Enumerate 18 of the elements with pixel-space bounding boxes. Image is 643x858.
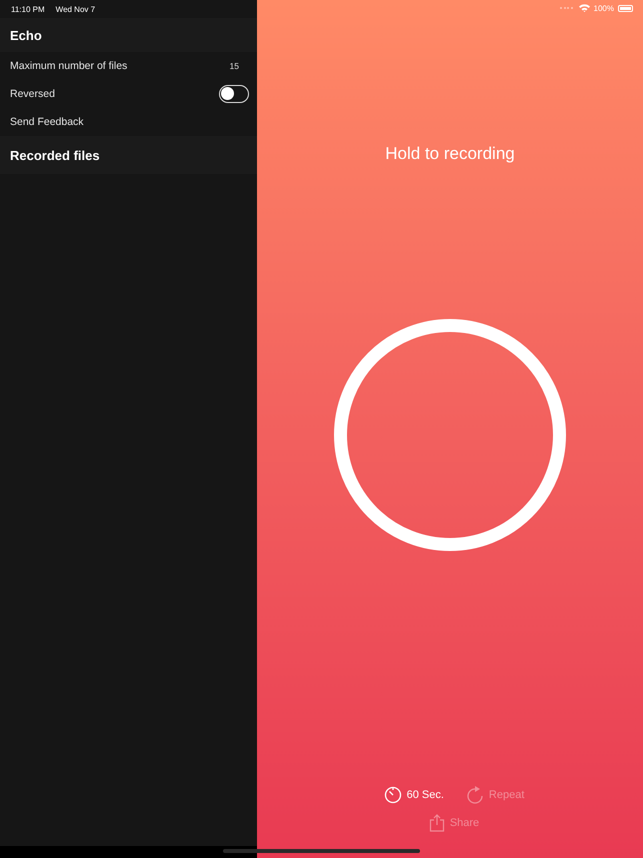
- setting-label[interactable]: Send Feedback: [10, 116, 84, 128]
- status-date: Wed Nov 7: [56, 4, 96, 14]
- timer-button[interactable]: 60 Sec.: [384, 786, 444, 804]
- toggle-switch[interactable]: [219, 85, 249, 103]
- battery-icon: [618, 4, 633, 12]
- record-prompt: Hold to recording: [384, 144, 516, 164]
- share-icon: [428, 814, 445, 832]
- record-button[interactable]: [334, 319, 566, 551]
- timer-icon: [384, 786, 402, 804]
- setting-label: Maximum number of files: [10, 60, 128, 72]
- setting-label: Reversed: [10, 88, 55, 100]
- battery-percent: 100%: [594, 4, 614, 12]
- setting-value: 15: [230, 61, 239, 71]
- app-title: Echo: [10, 28, 42, 42]
- repeat-icon: [466, 786, 484, 804]
- status-time: 11:10 PM: [11, 4, 45, 14]
- wifi-icon: [578, 4, 590, 12]
- section-title: Recorded files: [10, 148, 100, 162]
